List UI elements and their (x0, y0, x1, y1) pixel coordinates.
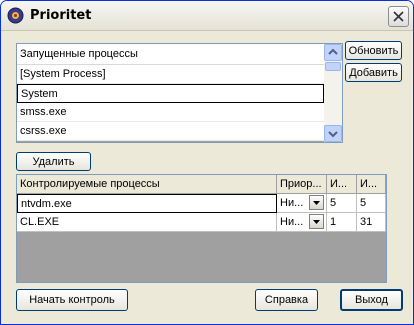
table-cell[interactable]: 31 (357, 213, 386, 232)
list-item[interactable]: smss.exe (17, 103, 324, 122)
scroll-thumb[interactable] (325, 62, 341, 71)
priority-combo[interactable]: Ни... (277, 194, 327, 213)
chevron-down-icon (313, 220, 320, 224)
priority-value: Ни... (280, 197, 304, 209)
list-item[interactable]: csrss.exe (17, 122, 324, 141)
table-cell[interactable]: 1 (327, 213, 357, 232)
scroll-up-button[interactable] (324, 44, 342, 61)
app-icon (7, 7, 24, 24)
column-header-col3[interactable]: И... (327, 175, 357, 194)
table-cell[interactable]: 5 (357, 194, 386, 213)
priority-value: Ни... (280, 216, 304, 228)
close-icon (393, 11, 404, 22)
client-area: Запущенные процессы [System Process] Sys… (5, 32, 409, 322)
add-button[interactable]: Добавить (345, 63, 402, 82)
help-button[interactable]: Справка (255, 289, 318, 311)
title-bar[interactable]: Prioritet (1, 1, 413, 31)
running-processes-header: Запущенные процессы (17, 44, 324, 65)
remove-button[interactable]: Удалить (16, 152, 91, 171)
refresh-button[interactable]: Обновить (345, 41, 402, 60)
arrow-up-icon (328, 48, 338, 55)
priority-combo[interactable]: Ни... (277, 213, 327, 232)
monitored-processes-grid[interactable]: Контролируемые процессы Приор... И... И.… (16, 174, 387, 283)
column-header-process[interactable]: Контролируемые процессы (17, 175, 277, 194)
vertical-scrollbar[interactable] (324, 44, 342, 142)
exit-button[interactable]: Выход (340, 289, 403, 311)
window-title: Prioritet (30, 8, 92, 23)
column-header-col4[interactable]: И... (357, 175, 386, 194)
list-item-selected[interactable]: System (17, 84, 324, 103)
running-processes-list[interactable]: Запущенные процессы [System Process] Sys… (16, 43, 343, 143)
table-row-process-name[interactable]: ntvdm.exe (17, 194, 277, 213)
arrow-down-icon (328, 131, 338, 138)
list-item[interactable]: [System Process] (17, 65, 324, 84)
scroll-down-button[interactable] (324, 125, 342, 142)
priority-dropdown-button[interactable] (309, 195, 324, 210)
column-header-priority[interactable]: Приор... (277, 175, 327, 194)
start-control-button[interactable]: Начать контроль (16, 289, 128, 311)
chevron-down-icon (313, 201, 320, 205)
table-cell[interactable]: 5 (327, 194, 357, 213)
priority-dropdown-button[interactable] (309, 214, 324, 229)
table-row-process-name[interactable]: CL.EXE (17, 213, 277, 232)
close-button[interactable] (388, 6, 409, 27)
prioritet-window: Prioritet Запущенные процессы [System Pr… (0, 0, 414, 325)
